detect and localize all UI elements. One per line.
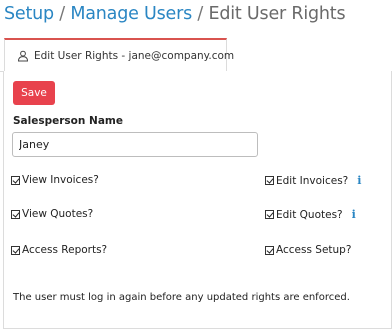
breadcrumb-separator: / [192,4,209,24]
info-icon[interactable]: i [357,174,361,187]
breadcrumb: Setup / Manage Users / Edit User Rights [4,4,346,24]
user-icon [17,50,29,62]
salesperson-name-input[interactable] [12,132,258,157]
tab-edit-user-rights[interactable]: Edit User Rights - jane@company.com [4,38,234,71]
salesperson-name-label: Salesperson Name [13,115,123,127]
view-invoices-label: View Invoices? [22,174,99,186]
edit-quotes-label: Edit Quotes? [276,208,343,221]
edit-invoices-label: Edit Invoices? [276,174,349,187]
right-view-quotes[interactable]: View Quotes? [11,208,93,220]
tab-strip: Edit User Rights - jane@company.com [0,38,392,72]
right-edit-invoices[interactable]: Edit Invoices? i [265,174,361,187]
view-quotes-checkbox[interactable] [11,209,20,219]
access-setup-checkbox[interactable] [265,245,274,255]
right-view-invoices[interactable]: View Invoices? [11,174,99,186]
info-icon[interactable]: i [352,208,356,221]
rights-note: The user must log in again before any up… [13,292,350,303]
right-access-reports[interactable]: Access Reports? [11,244,107,256]
save-button[interactable]: Save [13,81,55,105]
breadcrumb-manage-users-link[interactable]: Manage Users [70,4,192,24]
access-setup-label: Access Setup? [276,244,352,256]
edit-invoices-checkbox[interactable] [265,176,274,185]
edit-rights-panel: Save Salesperson Name View Invoices? Edi… [3,71,392,329]
right-access-setup[interactable]: Access Setup? [265,244,351,256]
edit-quotes-checkbox[interactable] [265,210,274,219]
breadcrumb-separator: / [53,4,71,24]
access-reports-label: Access Reports? [22,244,108,256]
right-edit-quotes[interactable]: Edit Quotes? i [265,208,356,221]
view-invoices-checkbox[interactable] [11,175,20,185]
tab-label: Edit User Rights - jane@company.com [34,49,235,62]
breadcrumb-current: Edit User Rights [208,4,346,24]
view-quotes-label: View Quotes? [22,208,94,220]
breadcrumb-setup-link[interactable]: Setup [4,4,54,24]
access-reports-checkbox[interactable] [11,245,20,255]
